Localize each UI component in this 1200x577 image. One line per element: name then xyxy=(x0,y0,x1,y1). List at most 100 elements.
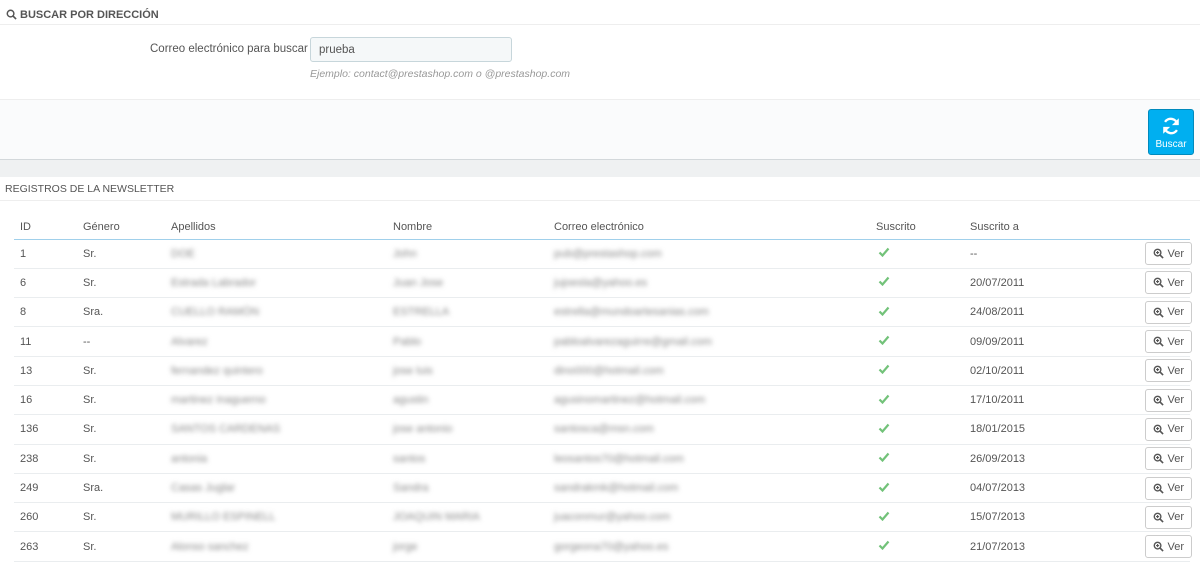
row-gender: Sr. xyxy=(77,444,165,474)
row-id: 13 xyxy=(14,356,77,386)
row-firstname: Sandra xyxy=(387,473,548,504)
check-icon xyxy=(878,335,890,346)
row-actions: Ver xyxy=(1134,326,1192,357)
row-actions: Ver xyxy=(1134,531,1192,562)
row-gender: -- xyxy=(77,326,165,357)
column-header-subscribed: Suscrito xyxy=(870,215,964,240)
email-help-text: Ejemplo: contact@prestashop.com o @prest… xyxy=(310,68,571,80)
zoom-in-icon xyxy=(1153,307,1165,318)
check-icon xyxy=(878,394,890,404)
row-id: 238 xyxy=(14,444,77,474)
table-row: 6 Sr. Estrada Labrador Juan Jose jujoesla@ya… xyxy=(14,268,1192,299)
row-lastname: CUELLO RAMÓN xyxy=(165,297,387,328)
table-row: 263 Sr. Alonso sanchez jorge gorgeona70@yaho… xyxy=(14,531,1192,562)
view-button[interactable]: Ver xyxy=(1145,300,1192,324)
row-lastname: Alvarez xyxy=(165,326,387,357)
table-row: 136 Sr. SANTOS CARDENAS jose antonio santosc… xyxy=(14,414,1192,445)
view-button[interactable]: Ver xyxy=(1145,242,1192,266)
row-firstname: jose luis xyxy=(387,356,548,386)
table-row: 249 Sra. Casas Juglar Sandra sandrakmk@hotma… xyxy=(14,473,1192,504)
row-subscribed xyxy=(870,297,964,328)
table-row: 260 Sr. MURILLO ESPINELL JOAQUIN MARIA juaco… xyxy=(14,502,1192,533)
row-actions: Ver xyxy=(1134,297,1192,328)
column-header-subscribed-date: Suscrito a xyxy=(964,215,1134,240)
view-button[interactable]: Ver xyxy=(1145,447,1192,471)
row-id: 11 xyxy=(14,326,77,357)
view-button-label: Ver xyxy=(1167,452,1184,465)
row-subscribed xyxy=(870,444,964,474)
row-gender: Sra. xyxy=(77,473,165,504)
newsletter-panel-heading: REGISTROS DE LA NEWSLETTER xyxy=(0,177,1200,201)
check-icon xyxy=(878,364,890,375)
row-actions: Ver xyxy=(1134,239,1192,269)
row-subscribed-date: 02/10/2011 xyxy=(964,356,1134,386)
row-firstname: JOAQUIN MARIA xyxy=(387,502,548,533)
row-id: 260 xyxy=(14,502,77,533)
check-icon xyxy=(878,306,890,316)
row-id: 1 xyxy=(14,239,77,269)
row-lastname: fernandez quintero xyxy=(165,356,387,386)
row-email: juaconmur@yahoo.com xyxy=(548,502,870,533)
view-button-label: Ver xyxy=(1167,247,1184,260)
row-email: leosantos70@hotmail.com xyxy=(548,444,870,474)
row-subscribed-date: 17/10/2011 xyxy=(964,385,1134,416)
row-actions: Ver xyxy=(1134,268,1192,299)
zoom-in-icon xyxy=(1153,336,1165,347)
row-firstname: jorge xyxy=(387,531,548,562)
search-panel-footer: Buscar xyxy=(0,99,1200,159)
column-header-actions xyxy=(1134,215,1190,240)
table-row: 1 Sr. DOE John pub@prestashop.com -- Ver xyxy=(14,239,1192,269)
zoom-in-icon xyxy=(1153,248,1165,259)
row-firstname: Juan Jose xyxy=(387,268,548,299)
row-email: estrella@mundoartesanias.com xyxy=(548,297,870,328)
view-button-label: Ver xyxy=(1167,394,1184,407)
row-id: 6 xyxy=(14,268,77,299)
view-button-label: Ver xyxy=(1167,335,1184,348)
view-button[interactable]: Ver xyxy=(1145,476,1192,500)
view-button[interactable]: Ver xyxy=(1145,359,1192,383)
email-field-label: Correo electrónico para buscar xyxy=(150,43,308,55)
search-button[interactable]: Buscar xyxy=(1148,109,1194,155)
row-subscribed xyxy=(870,385,964,416)
view-button-label: Ver xyxy=(1167,364,1184,377)
row-gender: Sr. xyxy=(77,502,165,533)
row-gender: Sr. xyxy=(77,239,165,269)
row-subscribed xyxy=(870,502,964,533)
row-gender: Sr. xyxy=(77,268,165,299)
row-id: 249 xyxy=(14,473,77,504)
view-button-label: Ver xyxy=(1167,423,1184,436)
row-gender: Sr. xyxy=(77,385,165,416)
view-button[interactable]: Ver xyxy=(1145,505,1192,529)
table-row: 13 Sr. fernandez quintero jose luis dino000@… xyxy=(14,356,1192,386)
view-button[interactable]: Ver xyxy=(1145,388,1192,412)
row-id: 136 xyxy=(14,414,77,445)
row-subscribed-date: 09/09/2011 xyxy=(964,326,1134,357)
row-firstname: ESTRELLA xyxy=(387,297,548,328)
row-subscribed xyxy=(870,326,964,357)
row-email: dino000@hotmail.com xyxy=(548,356,870,386)
row-subscribed-date: 26/09/2013 xyxy=(964,444,1134,474)
row-id: 263 xyxy=(14,531,77,562)
row-subscribed-date: 15/07/2013 xyxy=(964,502,1134,533)
row-subscribed xyxy=(870,239,964,269)
column-header-email: Correo electrónico xyxy=(548,215,870,240)
view-button-label: Ver xyxy=(1167,540,1184,553)
row-subscribed xyxy=(870,268,964,299)
view-button[interactable]: Ver xyxy=(1145,535,1192,559)
row-firstname: Pablo xyxy=(387,326,548,357)
row-actions: Ver xyxy=(1134,502,1192,533)
view-button[interactable]: Ver xyxy=(1145,330,1192,354)
view-button[interactable]: Ver xyxy=(1145,271,1192,295)
row-lastname: Casas Juglar xyxy=(165,473,387,504)
table-header-row: ID Género Apellidos Nombre Correo electr… xyxy=(14,215,1190,240)
table-row: 16 Sr. martinez Inaguerno agustin agusinomar… xyxy=(14,385,1192,416)
view-button[interactable]: Ver xyxy=(1145,417,1192,441)
table-row: 8 Sra. CUELLO RAMÓN ESTRELLA estrella@mundoa… xyxy=(14,297,1192,328)
check-icon xyxy=(878,511,890,521)
email-search-input[interactable] xyxy=(310,37,512,62)
row-gender: Sr. xyxy=(77,414,165,445)
row-lastname: antonia xyxy=(165,444,387,474)
row-email: pabloalvarezaguirre@gmail.com xyxy=(548,326,870,357)
row-email: santosca@msn.com xyxy=(548,414,870,445)
row-firstname: santos xyxy=(387,444,548,474)
